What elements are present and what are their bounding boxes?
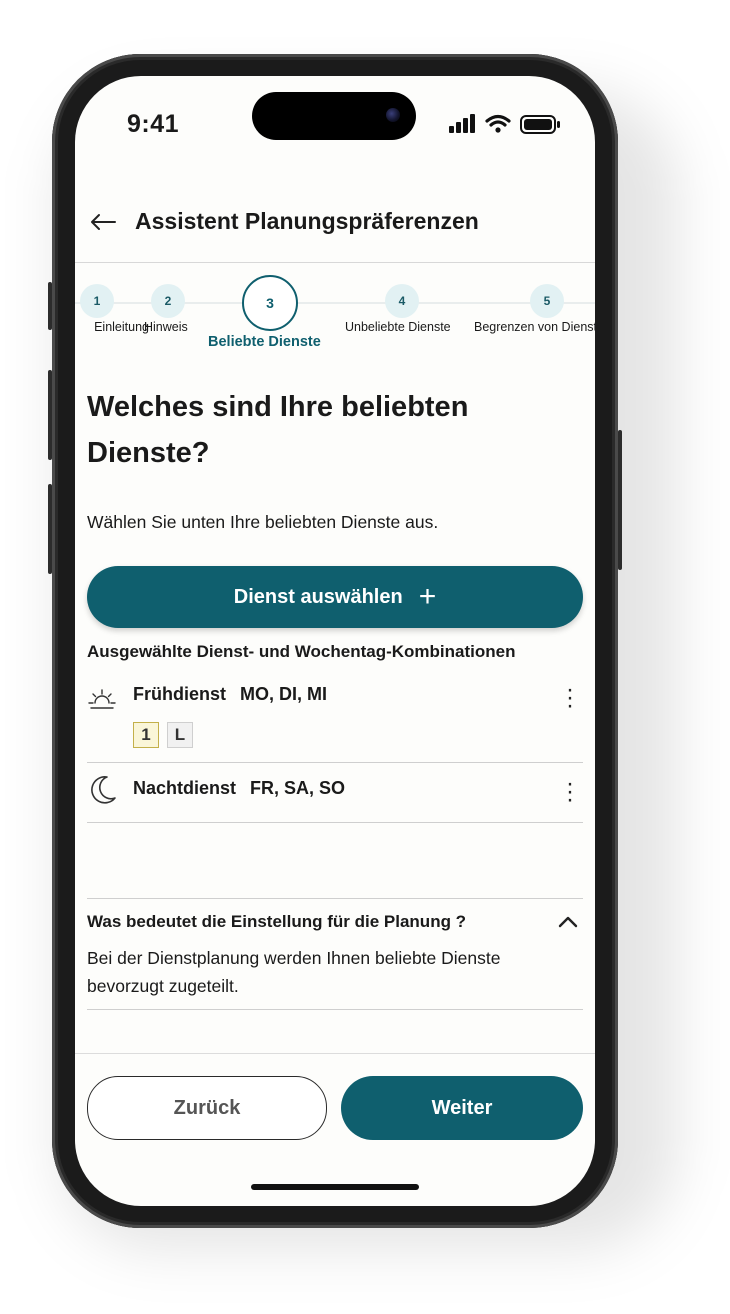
app-bar: Assistent Planungspräferenzen [75, 182, 595, 263]
more-options-icon[interactable]: · · · [563, 772, 577, 812]
home-indicator [251, 1184, 419, 1190]
faq-divider-bottom [87, 1009, 583, 1010]
shift-days: MO, DI, MI [240, 684, 327, 704]
more-options-icon[interactable]: · · · [563, 678, 577, 718]
select-shift-label: Dienst auswählen [233, 585, 403, 608]
plus-icon: + [418, 580, 437, 613]
signal-icon [449, 114, 475, 133]
back-arrow-icon[interactable] [89, 212, 117, 232]
page-heading: Welches sind Ihre beliebten Dienste? [87, 391, 469, 469]
chevron-up-icon[interactable] [557, 914, 579, 930]
faq-answer: Bei der Dienstplanung werden Ihnen belie… [87, 948, 501, 996]
step-2-label: Hinweis [144, 320, 188, 334]
badge-l: L [167, 722, 193, 748]
dynamic-island [252, 92, 416, 140]
progress-stepper: 1 Einleitung 2 Hinweis 3 Beliebte Dienst… [75, 272, 595, 352]
step-1-circle[interactable]: 1 [80, 284, 114, 318]
status-icons [449, 114, 560, 134]
page-title: Assistent Planungspräferenzen [135, 208, 479, 234]
list-item: Frühdienst MO, DI, MI · · · 1 L [87, 676, 583, 763]
badge-priority: 1 [133, 722, 159, 748]
page-subtitle: Wählen Sie unten Ihre beliebten Dienste … [87, 512, 439, 532]
app-screen: 9:41 Assistent Planungspräferenzen 1 Ein… [75, 76, 595, 1206]
step-4-circle[interactable]: 4 [385, 284, 419, 318]
status-time: 9:41 [127, 110, 180, 138]
volume-up-button [48, 370, 52, 460]
moon-icon [91, 776, 116, 804]
step-4-label: Unbeliebte Dienste [345, 320, 451, 334]
select-shift-button[interactable]: Dienst auswählen + [87, 566, 583, 628]
wifi-icon [485, 114, 511, 133]
shift-days: FR, SA, SO [250, 778, 346, 798]
power-button [618, 430, 622, 570]
battery-icon [520, 115, 560, 134]
step-1-label: Einleitung [94, 320, 149, 334]
shift-name: Frühdienst MO, DI, MI [133, 684, 327, 705]
faq-divider-top [87, 898, 583, 899]
mute-switch [48, 282, 52, 330]
faq-question[interactable]: Was bedeutet die Einstellung für die Pla… [87, 912, 466, 932]
next-button[interactable]: Weiter [341, 1076, 583, 1140]
step-5-circle[interactable]: 5 [530, 284, 564, 318]
camera-icon [386, 108, 400, 122]
footer-divider [75, 1053, 595, 1054]
shift-name-text: Frühdienst [133, 684, 226, 704]
shift-name: Nachtdienst FR, SA, SO [133, 778, 345, 799]
list-item: Nachtdienst FR, SA, SO · · · [87, 764, 583, 823]
volume-down-button [48, 484, 52, 574]
selected-combinations-label: Ausgewählte Dienst- und Wochentag-Kombin… [87, 642, 516, 661]
step-2-circle[interactable]: 2 [151, 284, 185, 318]
shift-name-text: Nachtdienst [133, 778, 237, 798]
back-button[interactable]: Zurück [87, 1076, 327, 1140]
step-3-circle[interactable]: 3 [242, 275, 298, 331]
step-5-label: Begrenzen von Diensten [474, 320, 595, 334]
step-3-label: Beliebte Dienste [208, 334, 321, 350]
sunrise-icon [88, 689, 116, 709]
